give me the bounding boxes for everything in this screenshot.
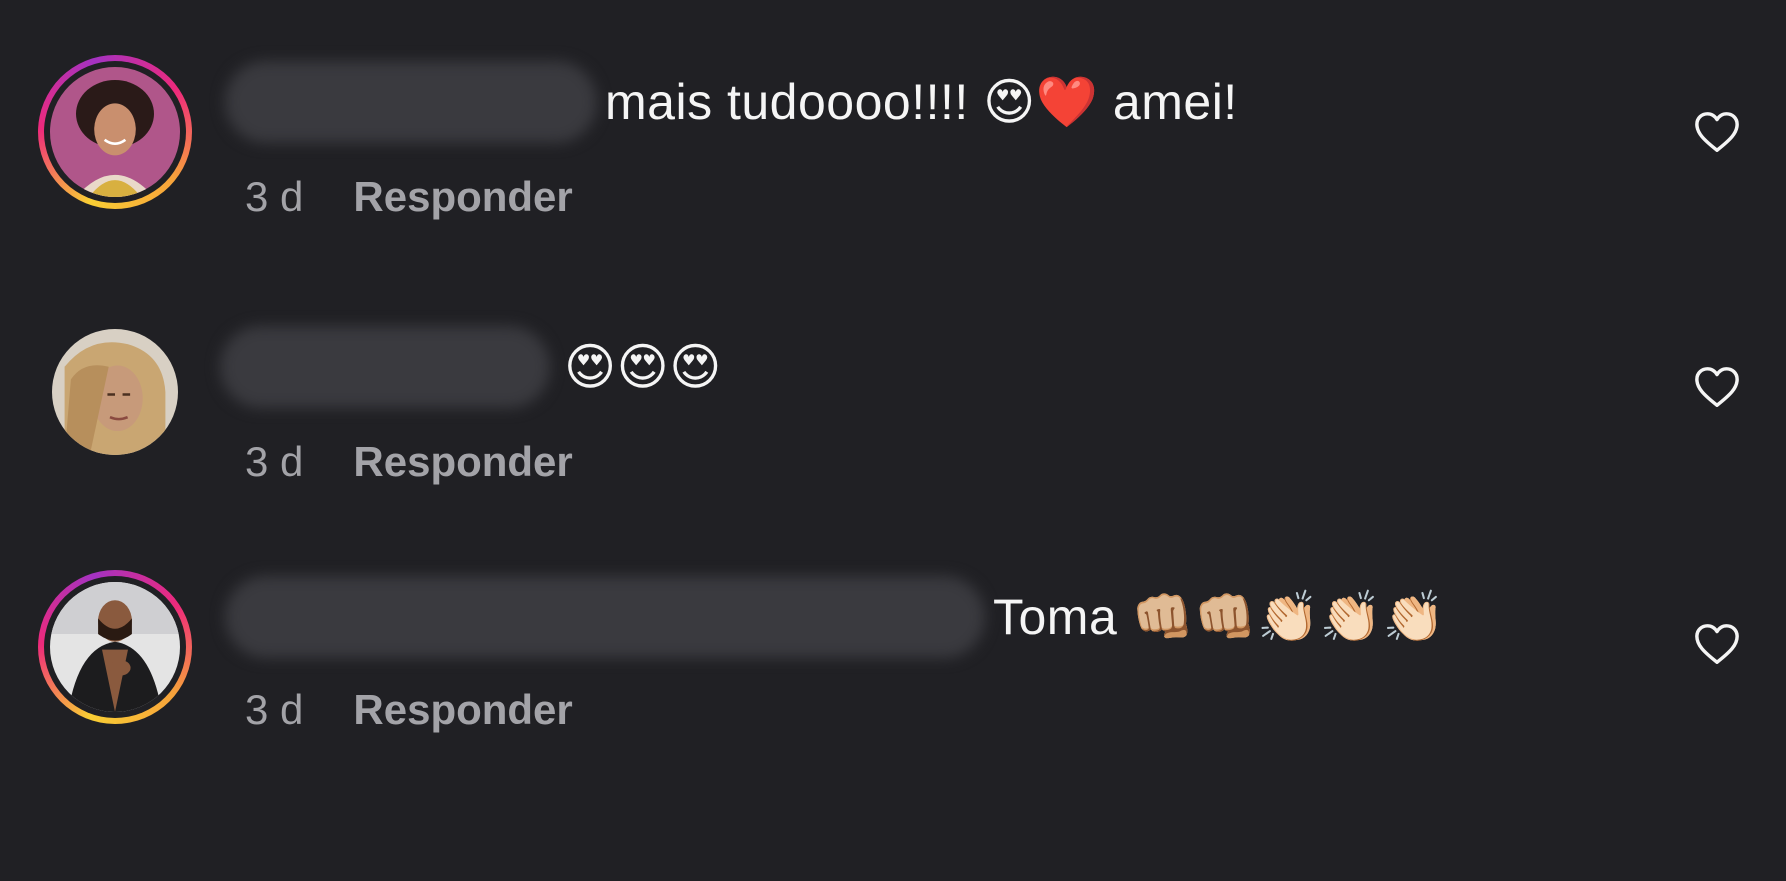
username-redacted[interactable] — [225, 576, 985, 658]
comment-text: mais tudoooo!!!! 😍❤️ amei! — [605, 73, 1238, 130]
avatar-photo — [52, 329, 178, 455]
avatar-photo — [50, 67, 180, 197]
comment-body: mais tudoooo!!!! 😍❤️ amei! — [225, 58, 1238, 146]
reply-button[interactable]: Responder — [353, 438, 572, 486]
avatar-photo-icon — [52, 329, 178, 455]
avatar[interactable] — [38, 315, 192, 469]
comment-item: Toma 👊🏼👊🏼👏🏻👏🏻👏🏻 3 d Responder — [0, 570, 1786, 770]
comment-item: mais tudoooo!!!! 😍❤️ amei! 3 d Responder — [0, 55, 1786, 255]
comment-text: 😍😍😍 — [564, 339, 722, 395]
heart-outline-icon[interactable] — [1694, 365, 1740, 409]
reply-button[interactable]: Responder — [353, 686, 572, 734]
avatar[interactable] — [38, 55, 192, 209]
heart-outline-icon[interactable] — [1694, 622, 1740, 666]
comment-text: Toma 👊🏼👊🏼👏🏻👏🏻👏🏻 — [993, 588, 1446, 645]
comment-item: 😍😍😍 3 d Responder — [0, 315, 1786, 515]
comment-meta: 3 d Responder — [245, 438, 573, 486]
avatar-photo-icon — [50, 582, 180, 712]
avatar-photo-icon — [50, 67, 180, 197]
comment-meta: 3 d Responder — [245, 173, 573, 221]
comment-timestamp: 3 d — [245, 173, 304, 220]
comment-timestamp: 3 d — [245, 438, 304, 485]
reply-button[interactable]: Responder — [353, 173, 572, 221]
comment-body: Toma 👊🏼👊🏼👏🏻👏🏻👏🏻 — [225, 573, 1445, 661]
username-redacted[interactable] — [225, 61, 597, 143]
comment-meta: 3 d Responder — [245, 686, 573, 734]
avatar[interactable] — [38, 570, 192, 724]
heart-outline-icon[interactable] — [1694, 110, 1740, 154]
comment-body: 😍😍😍 — [220, 323, 722, 411]
username-redacted[interactable] — [220, 326, 550, 408]
avatar-photo — [50, 582, 180, 712]
comment-timestamp: 3 d — [245, 686, 304, 733]
